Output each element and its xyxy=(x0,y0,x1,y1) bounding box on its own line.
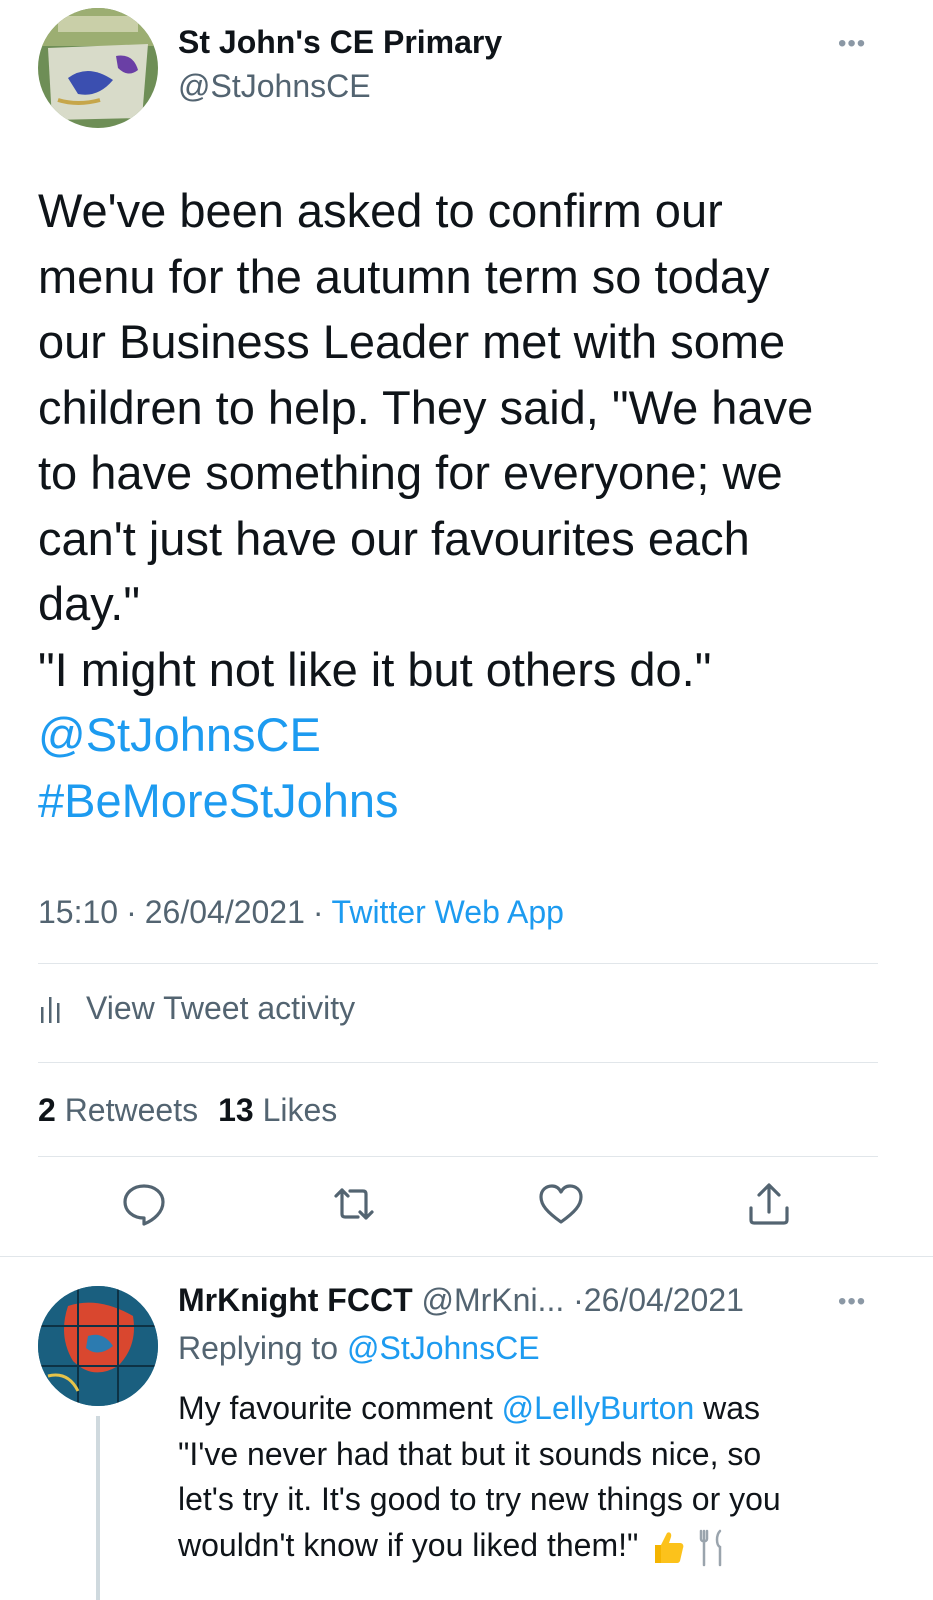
mention-link[interactable]: @StJohnsCE xyxy=(38,702,898,768)
engagement-stats: 2 Retweets 13 Likes xyxy=(38,1092,337,1129)
reply-line: "I've never had that but it sounds nice,… xyxy=(178,1435,762,1472)
tweet-time: 15:10 xyxy=(38,894,119,930)
author-name[interactable]: St John's CE Primary xyxy=(178,24,502,61)
reply-line: wouldn't know if you liked them!" xyxy=(178,1523,918,1569)
tweet-line: children to help. They said, "We have xyxy=(38,380,814,434)
meta-separator: · xyxy=(126,894,137,930)
reply-header: MrKnight FCCT @MrKni... ·26/04/2021 xyxy=(178,1282,744,1319)
tweet-date: 26/04/2021 xyxy=(144,894,305,930)
meta-separator: · xyxy=(312,894,324,930)
more-options-icon[interactable]: ••• xyxy=(838,30,866,58)
reply-text-part: My favourite comment xyxy=(178,1390,493,1426)
tweet-line: our Business Leader met with some xyxy=(38,315,786,368)
tweet-body: We've been asked to confirm our menu for… xyxy=(38,178,898,833)
retweets-count: 2 xyxy=(38,1092,56,1128)
replying-prefix: Replying to xyxy=(178,1330,339,1366)
divider xyxy=(38,1156,878,1157)
retweet-icon[interactable] xyxy=(330,1180,378,1228)
reply-text-part: was xyxy=(703,1390,761,1426)
reply-avatar[interactable] xyxy=(38,1286,158,1406)
divider xyxy=(38,963,878,964)
author-handle[interactable]: @StJohnsCE xyxy=(178,68,371,105)
reply-more-options-icon[interactable]: ••• xyxy=(838,1288,866,1316)
reply-author-handle[interactable]: @MrKni... xyxy=(422,1282,565,1318)
section-divider xyxy=(0,1256,933,1257)
tweet-line: can't just have our favourites each xyxy=(38,511,750,565)
reply-line: My favourite comment @LellyBurton was xyxy=(178,1386,918,1432)
tweet-line: "I might not like it but others do." xyxy=(38,642,712,696)
share-icon[interactable] xyxy=(745,1180,793,1228)
reply-author-name[interactable]: MrKnight FCCT xyxy=(178,1282,413,1318)
thread-line xyxy=(96,1416,100,1600)
reply-icon[interactable] xyxy=(120,1180,168,1228)
retweets-label: Retweets xyxy=(64,1092,199,1128)
tweet-meta: 15:10 · 26/04/2021 · Twitter Web App xyxy=(38,894,564,931)
reply-separator: · xyxy=(573,1282,584,1318)
thumbs-up-icon xyxy=(655,1532,684,1564)
replying-handle-link[interactable]: @StJohnsCE xyxy=(347,1330,540,1366)
analytics-icon xyxy=(41,996,60,1023)
replying-to: Replying to @StJohnsCE xyxy=(178,1330,540,1367)
tweet-line: menu for the autumn term so today xyxy=(38,249,770,303)
tweet-line: We've been asked to confirm our xyxy=(38,184,723,237)
reply-text-part: wouldn't know if you liked them!" xyxy=(178,1526,639,1563)
reply-line: let's try it. It's good to try new thing… xyxy=(178,1481,781,1517)
school-avatar[interactable] xyxy=(38,8,158,128)
divider xyxy=(38,1062,878,1063)
view-activity-button[interactable]: View Tweet activity xyxy=(38,990,355,1027)
fork-and-knife-icon xyxy=(699,1529,722,1567)
tweet-line: to have something for everyone; we xyxy=(38,446,783,499)
reply-mention-link[interactable]: @LellyBurton xyxy=(502,1390,695,1426)
likes-count: 13 xyxy=(218,1092,254,1128)
action-bar xyxy=(0,1180,933,1240)
view-activity-label: View Tweet activity xyxy=(86,990,356,1026)
reply-body: My favourite comment @LellyBurton was "I… xyxy=(178,1386,918,1568)
tweet-line: day." xyxy=(38,577,141,630)
tweet-source-link[interactable]: Twitter Web App xyxy=(332,894,564,930)
reply-date: 26/04/2021 xyxy=(583,1282,744,1318)
like-icon[interactable] xyxy=(537,1180,585,1228)
hashtag-link[interactable]: #BeMoreStJohns xyxy=(38,768,898,834)
likes-stat[interactable]: 13 Likes xyxy=(218,1092,337,1128)
retweets-stat[interactable]: 2 Retweets xyxy=(38,1092,198,1128)
likes-label: Likes xyxy=(262,1092,338,1128)
